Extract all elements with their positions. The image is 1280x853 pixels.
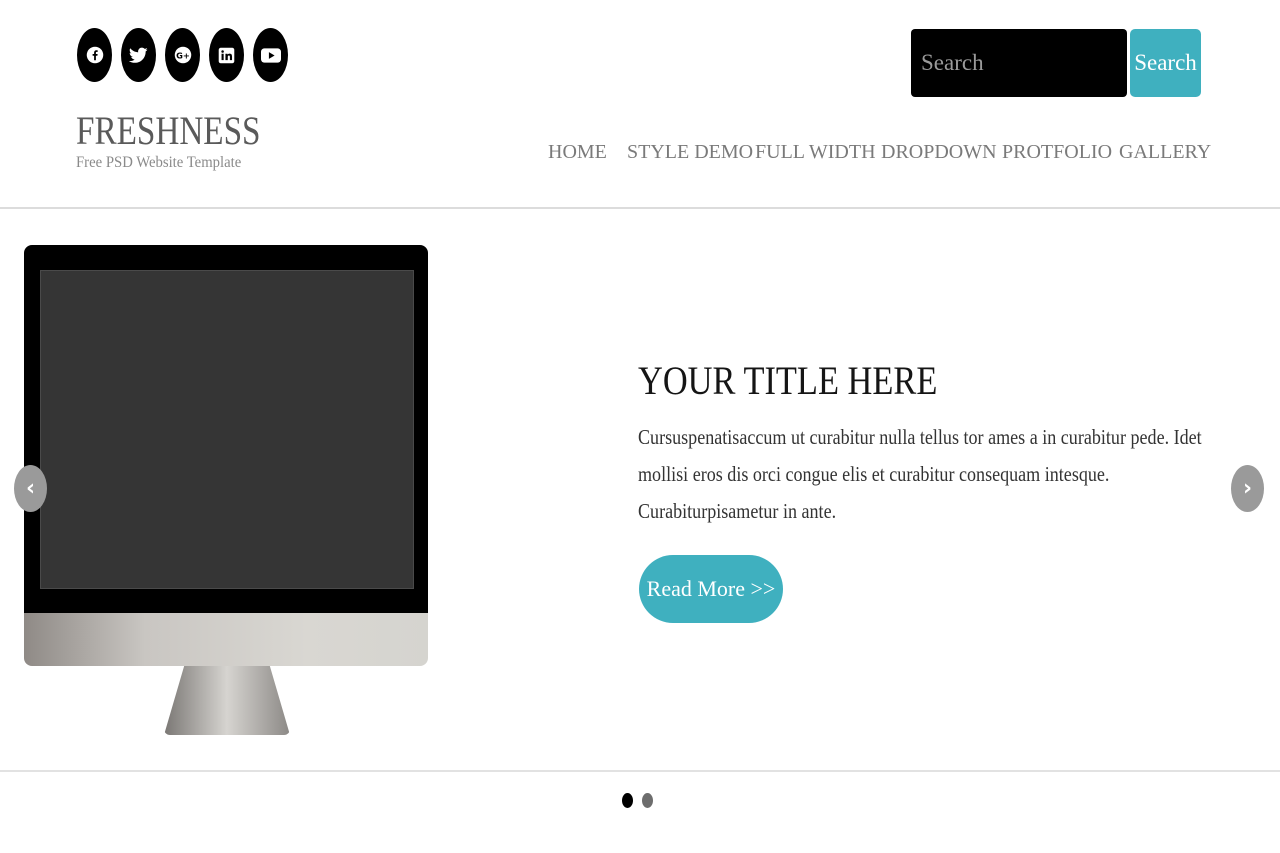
- monitor-screen: [40, 270, 414, 589]
- monitor-chin: [24, 613, 428, 666]
- search-input[interactable]: [911, 29, 1127, 97]
- nav-item-gallery[interactable]: GALLERY: [1119, 138, 1211, 166]
- nav-item-dropdown[interactable]: DROPDOWN: [881, 138, 997, 166]
- chevron-left-icon: ‹: [25, 476, 36, 501]
- nav-item-style-demo[interactable]: STYLE DEMO: [627, 138, 753, 166]
- search-button[interactable]: Search: [1130, 29, 1201, 97]
- google-plus-icon: G+: [174, 46, 191, 64]
- twitter-icon: [129, 47, 148, 63]
- youtube-icon: [260, 47, 281, 63]
- site-logo[interactable]: FRESHNESS Free PSD Website Template: [76, 108, 261, 172]
- facebook-link[interactable]: [77, 28, 112, 82]
- slide-title: YOUR TITLE HERE: [638, 358, 938, 403]
- slider-dot-2[interactable]: [642, 793, 653, 808]
- linkedin-link[interactable]: [209, 28, 244, 82]
- monitor-bezel: [24, 245, 428, 613]
- slider-next-button[interactable]: ›: [1231, 465, 1264, 512]
- read-more-button[interactable]: Read More >>: [639, 555, 783, 623]
- twitter-link[interactable]: [121, 28, 156, 82]
- chevron-right-icon: ›: [1242, 476, 1253, 501]
- google-plus-link[interactable]: G+: [165, 28, 200, 82]
- nav-item-portfolio[interactable]: PROTFOLIO: [1002, 138, 1112, 166]
- linkedin-icon: [218, 47, 235, 63]
- nav-item-full-width[interactable]: FULL WIDTH: [755, 138, 876, 166]
- svg-text:G+: G+: [176, 50, 190, 60]
- monitor-stand: [164, 666, 290, 735]
- site-header: G+ Search FRESHNESS Free PSD Website Tem…: [0, 0, 1280, 209]
- social-links: G+: [77, 28, 288, 82]
- slider-pagination: [622, 793, 653, 808]
- slide-text: Cursuspenatisaccum ut curabitur nulla te…: [638, 425, 1202, 523]
- logo-title: FRESHNESS: [76, 108, 261, 153]
- slider-prev-button[interactable]: ‹: [14, 465, 47, 512]
- slider-dot-1[interactable]: [622, 793, 633, 808]
- nav-item-home[interactable]: HOME: [548, 138, 607, 166]
- monitor-image: [24, 245, 428, 735]
- facebook-icon: [86, 46, 103, 64]
- youtube-link[interactable]: [253, 28, 288, 82]
- logo-subtitle: Free PSD Website Template: [76, 154, 242, 171]
